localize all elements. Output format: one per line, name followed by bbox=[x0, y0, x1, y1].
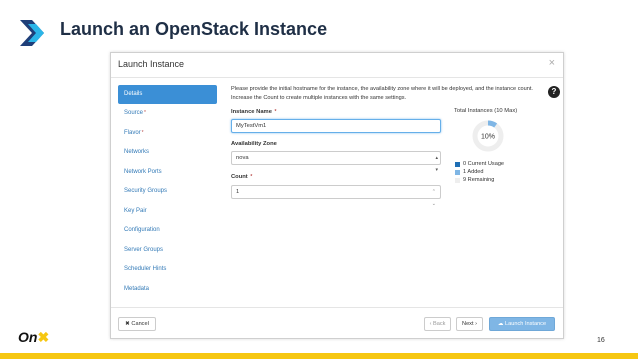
label-text: Count bbox=[231, 174, 248, 180]
step-configuration[interactable]: Configuration bbox=[118, 221, 217, 241]
slide-title: Launch an OpenStack Instance bbox=[60, 19, 328, 39]
instances-donut-chart: 10% bbox=[472, 120, 504, 152]
step-label: Networks bbox=[124, 149, 150, 155]
step-label: Security Groups bbox=[124, 188, 168, 194]
total-instances-title: Total Instances (10 Max) bbox=[454, 108, 518, 114]
label-text: Instance Name bbox=[231, 109, 272, 115]
required-mark: * bbox=[250, 174, 253, 180]
instance-name-label: Instance Name * bbox=[231, 109, 277, 115]
count-stepper[interactable]: 1 ⌃ ⌄ bbox=[231, 185, 441, 207]
logo-text: On bbox=[18, 329, 38, 345]
step-label: Configuration bbox=[124, 227, 160, 233]
step-label: Source bbox=[124, 110, 144, 116]
legend-label: 0 Current Usage bbox=[463, 161, 505, 167]
dialog-header: Launch Instance × bbox=[111, 53, 563, 78]
dialog-footer: ✖ Cancel ‹ Back Next › ☁ Launch Instance bbox=[111, 307, 563, 339]
page-number: 16 bbox=[597, 337, 605, 344]
step-label: Details bbox=[124, 91, 143, 97]
spinner-icon[interactable]: ⌃ ⌄ bbox=[432, 186, 436, 210]
legend-swatch bbox=[455, 177, 460, 183]
details-help-text: Please provide the initial hostname for … bbox=[231, 86, 533, 101]
step-server-groups[interactable]: Server Groups bbox=[118, 241, 217, 261]
step-network-ports[interactable]: Network Ports bbox=[118, 163, 217, 183]
availability-zone-label: Availability Zone bbox=[231, 141, 277, 147]
legend-current-usage: 0 Current Usage bbox=[455, 160, 504, 168]
required-mark: * bbox=[141, 129, 144, 136]
availability-zone-select[interactable]: nova ▴ ▾ bbox=[231, 151, 441, 173]
required-mark: * bbox=[144, 110, 146, 116]
footer-brand-logo: On✖ bbox=[18, 329, 49, 346]
step-key-pair[interactable]: Key Pair bbox=[118, 202, 217, 222]
legend-label: 1 Added bbox=[463, 169, 484, 175]
donut-percent-label: 10% bbox=[481, 134, 495, 141]
step-flavor[interactable]: Flavor* bbox=[118, 124, 217, 144]
logo-arrow-icon bbox=[20, 20, 44, 46]
stepper-value: 1 bbox=[236, 189, 240, 195]
cancel-button[interactable]: ✖ Cancel bbox=[118, 317, 156, 331]
help-icon[interactable]: ? bbox=[548, 86, 560, 98]
legend-swatch bbox=[455, 169, 460, 175]
legend-remaining: 9 Remaining bbox=[455, 176, 504, 184]
launch-instance-button[interactable]: ☁ Launch Instance bbox=[489, 317, 555, 331]
step-security-groups[interactable]: Security Groups bbox=[118, 182, 217, 202]
step-label: Network Ports bbox=[124, 168, 162, 175]
bottom-accent-bar bbox=[0, 353, 638, 359]
close-icon[interactable]: × bbox=[549, 57, 555, 69]
legend-swatch bbox=[455, 161, 460, 167]
step-source[interactable]: Source* bbox=[118, 104, 217, 124]
step-details[interactable]: Details bbox=[118, 85, 217, 104]
input-value: MyTestVm1 bbox=[236, 123, 267, 129]
legend-label: 9 Remaining bbox=[463, 177, 495, 183]
dialog-title: Launch Instance bbox=[118, 59, 185, 69]
select-caret-icon: ▴ ▾ bbox=[435, 155, 438, 173]
step-scheduler-hints[interactable]: Scheduler Hints bbox=[118, 260, 217, 280]
count-label: Count * bbox=[231, 174, 252, 180]
step-networks[interactable]: Networks bbox=[118, 143, 217, 163]
wizard-steps: Details Source* Flavor* Networks Network… bbox=[118, 85, 217, 299]
step-label: Metadata bbox=[124, 285, 150, 292]
back-button[interactable]: ‹ Back bbox=[424, 317, 451, 331]
step-label: Server Groups bbox=[124, 246, 164, 253]
instance-name-input[interactable]: MyTestVm1 bbox=[231, 119, 441, 133]
step-label: Scheduler Hints bbox=[124, 266, 167, 272]
launch-instance-dialog: Launch Instance × Details Source* Flavor… bbox=[110, 52, 564, 339]
next-button[interactable]: Next › bbox=[456, 317, 483, 331]
logo-x-icon: ✖ bbox=[37, 329, 50, 345]
required-mark: * bbox=[274, 109, 277, 115]
step-label: Flavor bbox=[124, 129, 141, 136]
step-metadata[interactable]: Metadata bbox=[118, 280, 217, 300]
instances-legend: 0 Current Usage 1 Added 9 Remaining bbox=[455, 160, 504, 184]
legend-added: 1 Added bbox=[455, 168, 504, 176]
step-label: Key Pair bbox=[124, 207, 147, 214]
select-value: nova bbox=[236, 155, 249, 161]
